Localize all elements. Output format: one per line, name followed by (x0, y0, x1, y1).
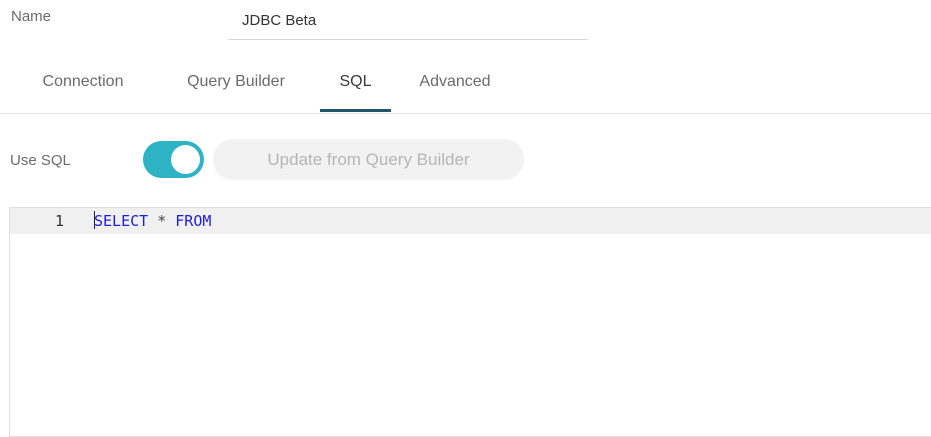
tab-bar: Connection Query Builder SQL Advanced (0, 60, 931, 114)
code-line[interactable]: SELECT * FROM (94, 208, 211, 234)
sql-editor[interactable]: 1 SELECT * FROM (9, 207, 931, 437)
line-number: 1 (54, 212, 64, 230)
name-label: Name (11, 8, 52, 25)
use-sql-label: Use SQL (10, 152, 71, 169)
update-from-query-builder-button[interactable]: Update from Query Builder (213, 139, 524, 180)
tab-connection[interactable]: Connection (30, 60, 136, 112)
tab-sql[interactable]: SQL (320, 60, 391, 112)
sql-keyword-select: SELECT (94, 212, 149, 230)
editor-line: 1 SELECT * FROM (10, 208, 931, 234)
toggle-knob (171, 145, 200, 174)
sql-operator: * (148, 212, 176, 230)
tab-query-builder[interactable]: Query Builder (172, 60, 300, 112)
name-input[interactable] (228, 2, 588, 40)
sql-keyword-from: FROM (175, 212, 212, 230)
tab-advanced[interactable]: Advanced (410, 60, 500, 112)
use-sql-toggle[interactable] (143, 141, 204, 178)
